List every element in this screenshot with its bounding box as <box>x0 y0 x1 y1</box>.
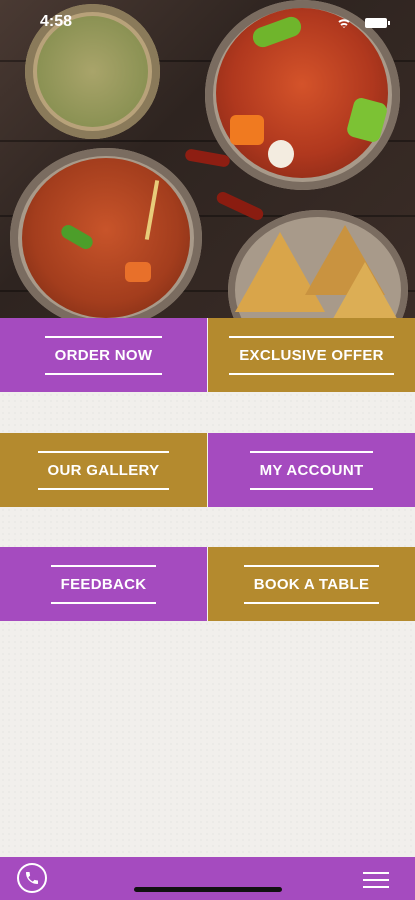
book-a-table-label: BOOK A TABLE <box>243 564 380 604</box>
order-now-label: ORDER NOW <box>44 335 163 375</box>
our-gallery-button[interactable]: OUR GALLERY <box>0 433 207 507</box>
feedback-label: FEEDBACK <box>50 564 157 604</box>
background-texture <box>0 392 415 433</box>
bottom-bar <box>0 857 415 900</box>
exclusive-offer-button[interactable]: EXCLUSIVE OFFER <box>208 318 415 392</box>
exclusive-offer-label: EXCLUSIVE OFFER <box>229 335 394 375</box>
phone-icon[interactable] <box>17 863 47 893</box>
our-gallery-label: OUR GALLERY <box>37 450 170 490</box>
feedback-button[interactable]: FEEDBACK <box>0 547 207 621</box>
hero-food-image: 4:58 <box>0 0 415 318</box>
status-time: 4:58 <box>40 13 73 30</box>
my-account-label: MY ACCOUNT <box>249 450 374 490</box>
my-account-button[interactable]: MY ACCOUNT <box>208 433 415 507</box>
book-a-table-button[interactable]: BOOK A TABLE <box>208 547 415 621</box>
home-indicator <box>134 887 282 892</box>
menu-row-1: ORDER NOW EXCLUSIVE OFFER <box>0 318 415 392</box>
order-now-button[interactable]: ORDER NOW <box>0 318 207 392</box>
hamburger-menu-icon[interactable] <box>363 872 389 890</box>
status-icons <box>338 18 390 28</box>
menu-row-3: FEEDBACK BOOK A TABLE <box>0 547 415 621</box>
menu-row-2: OUR GALLERY MY ACCOUNT <box>0 433 415 507</box>
background-texture <box>0 621 415 857</box>
background-texture <box>0 507 415 547</box>
status-bar: 4:58 <box>0 0 415 44</box>
